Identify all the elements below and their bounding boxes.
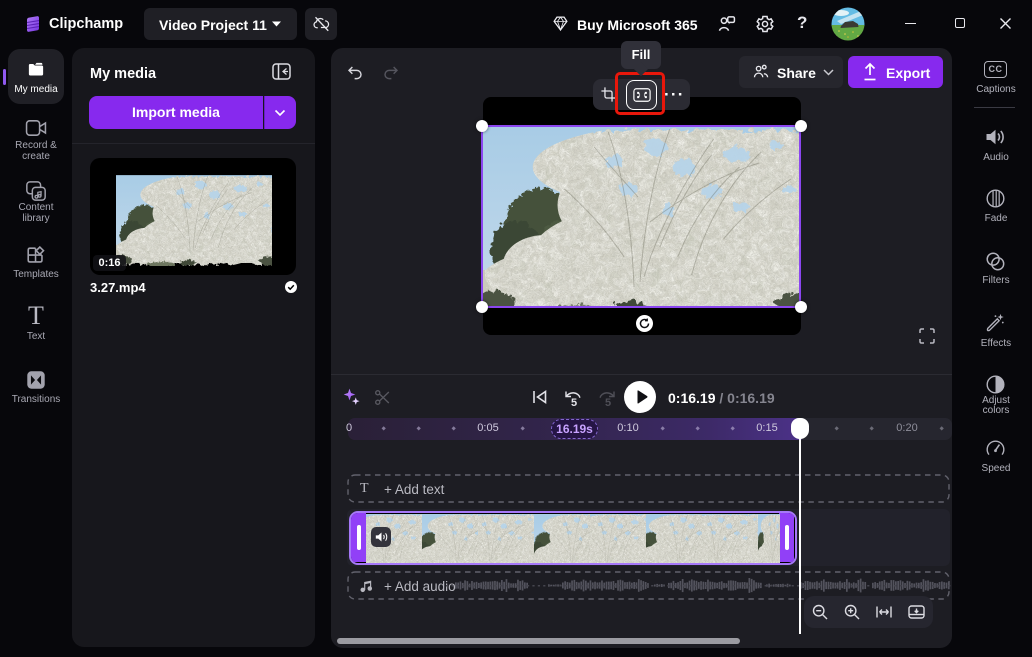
- svg-text:5: 5: [605, 397, 611, 408]
- svg-text:5: 5: [571, 397, 577, 408]
